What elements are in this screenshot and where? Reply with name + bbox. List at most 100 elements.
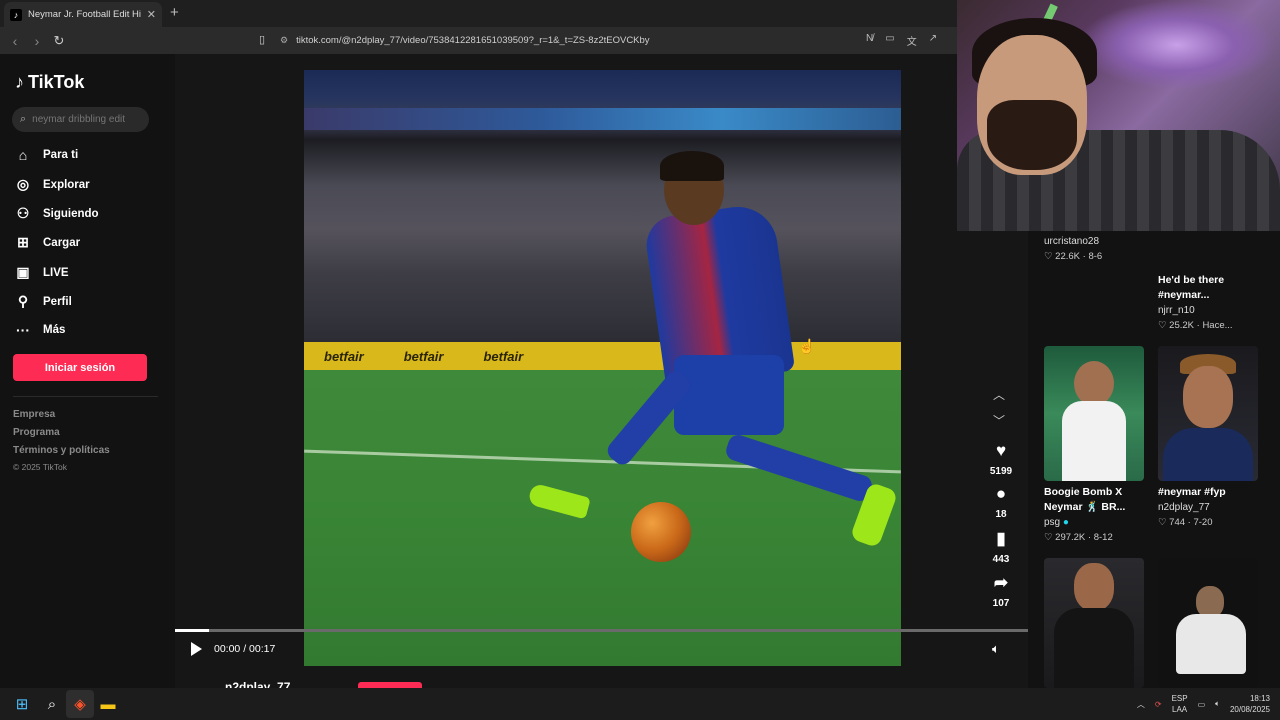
video-player[interactable]: betfair betfair betfair ☝ [304,70,901,666]
following-icon: ⚇ [16,205,30,221]
recommendation-card[interactable] [1158,558,1258,688]
close-tab-icon[interactable]: ✕ [147,8,156,21]
video-area: betfair betfair betfair ☝ 00:00 / 00:17 … [175,54,1028,694]
card-meta: ♡ 744 · 7-20 [1158,517,1213,528]
profile-icon: ⚲ [17,293,29,309]
volume-icon[interactable]: 🔈︎ [992,641,1000,657]
windows-start-icon[interactable]: ⊞ [8,690,36,718]
search-input[interactable] [32,114,133,125]
clock-date: 20/08/2025 [1229,705,1270,714]
file-explorer-icon[interactable]: ▬ [94,690,122,718]
recommendation-card[interactable] [1044,558,1144,688]
nav-item-live[interactable]: ▣ LIVE [15,264,68,281]
play-icon[interactable] [191,642,202,656]
search-taskbar-icon[interactable]: ⌕ [38,690,66,718]
lang-text: ESP [1171,694,1188,703]
card-date: 7-20 [1193,517,1213,528]
footer-link-programa[interactable]: Programa [13,427,60,438]
compass-icon: ◎ [16,176,30,192]
webcam-overlay [957,0,1280,231]
footer-link-terminos[interactable]: Términos y políticas [13,445,110,456]
recommendation-card[interactable]: urcristano28 ♡ 22.6K · 8-6 [1044,234,1144,262]
card-user: njrr_n10 [1158,305,1195,316]
more-icon: ··· [16,322,30,338]
video-progress-bar[interactable] [175,629,1028,632]
region-text: LAA [1172,705,1188,714]
cast-icon[interactable]: ▭ [885,33,894,48]
video-time: 00:00 / 00:17 [214,643,276,655]
nav-item-para-ti[interactable]: ⌂ Para ti [15,147,78,163]
nav-item-explorar[interactable]: ◎ Explorar [15,176,90,193]
url-bar[interactable]: ⚙ tiktok.com/@n2dplay_77/video/753841228… [280,31,960,50]
sidebar-divider [13,396,158,397]
speaker-icon[interactable]: 🔈︎ [1215,699,1220,709]
windows-taskbar: ⊞ ⌕ ◈ ▬ ︿ ⟳ ESP LAA ▭ 🔈︎ 18:13 20/08/2025 [0,688,1280,720]
language-indicator[interactable]: ESP LAA [1172,693,1188,715]
recommendation-card[interactable]: He'd be there #neymar... njrr_n10 ♡ 25.2… [1158,273,1258,331]
card-user: psg ● [1044,517,1144,528]
chevron-up-icon[interactable]: ︿ [993,386,1005,403]
recommendation-card[interactable]: Boogie Bomb X Neymar 🕺 BR... psg ● ♡ 297… [1044,346,1144,543]
card-thumbnail [1158,346,1258,481]
save-action[interactable]: ▮ 443 [986,530,1016,566]
share-count: 107 [992,598,1010,609]
live-icon: ▣ [16,264,30,280]
card-caption: #neymar #fyp [1158,486,1226,498]
footer-link-empresa[interactable]: Empresa [13,409,55,420]
translate-icon[interactable]: 文 [907,33,917,48]
card-date: Hace... [1202,320,1233,331]
nav-item-cargar[interactable]: ⊞ Cargar [15,234,80,251]
sync-icon[interactable]: ⟳ [1155,700,1162,709]
share-icon[interactable]: ↗ [929,33,937,48]
nav-label: Perfil [43,295,72,308]
copyright: © 2025 TikTok [13,462,67,472]
card-meta: ♡ 25.2K · Hace... [1158,320,1233,331]
heart-icon: ♥ [995,441,1007,460]
nav-item-perfil[interactable]: ⚲ Perfil [15,293,72,310]
tray-chevron-icon[interactable]: ︿ [1137,699,1145,710]
login-button[interactable]: Iniciar sesión [13,354,147,381]
browser-tab[interactable]: ♪ Neymar Jr. Football Edit Highligh ✕ [4,2,162,27]
nav-label: Más [43,324,66,336]
system-tray: ︿ ⟳ ESP LAA ▭ 🔈︎ 18:13 20/08/2025 [1137,688,1270,720]
nav-label: Para ti [43,149,79,161]
home-icon: ⌂ [18,147,28,163]
card-likes: 25.2K [1169,320,1194,331]
forward-icon[interactable]: › [26,33,48,49]
back-icon[interactable]: ‹ [4,33,26,49]
recommendation-card[interactable]: #neymar #fyp n2dplay_77 ♡ 744 · 7-20 [1158,346,1258,528]
chevron-down-icon[interactable]: ﹀ [993,412,1005,429]
network-icon[interactable]: ▭ [1198,700,1206,709]
card-likes: 22.6K [1055,251,1080,262]
pitch [304,370,901,666]
video-controls: 00:00 / 00:17 [191,642,275,656]
card-thumbnail [1158,558,1258,688]
new-tab-icon[interactable]: + [170,4,179,21]
comment-count: 18 [995,509,1007,520]
card-thumbnail [1044,558,1144,688]
brave-browser-icon[interactable]: ◈ [66,690,94,718]
nav-item-siguiendo[interactable]: ⚇ Siguiendo [15,205,99,222]
verified-icon: ● [1062,517,1069,528]
upload-icon: ⊞ [17,234,29,250]
nav-item-mas[interactable]: ··· Más [15,322,65,338]
clock[interactable]: 18:13 20/08/2025 [1230,693,1270,715]
tiktok-logo[interactable]: ♪ TikTok [15,72,84,93]
tab-title: Neymar Jr. Football Edit Highligh [28,9,141,20]
clock-time: 18:13 [1249,694,1270,703]
reader-icon[interactable]: N̸ [866,33,873,48]
card-thumbnail [1044,346,1144,481]
like-action[interactable]: ♥ 5199 [986,441,1016,478]
card-user: urcristano28 [1044,236,1100,247]
share-action[interactable]: ➦ 107 [986,573,1016,610]
comment-action[interactable]: ● 18 [986,485,1016,521]
bookmark-icon[interactable]: ▯ [259,33,265,46]
ad-text: betfair [324,348,364,364]
card-date: 8-12 [1093,532,1113,543]
site-info-icon[interactable]: ⚙ [280,35,288,46]
share-arrow-icon: ➦ [993,573,1009,592]
search-box[interactable]: ⌕ [12,107,149,132]
card-likes: 297.2K [1055,532,1086,543]
save-count: 443 [992,554,1010,565]
reload-icon[interactable]: ↻ [48,33,70,49]
